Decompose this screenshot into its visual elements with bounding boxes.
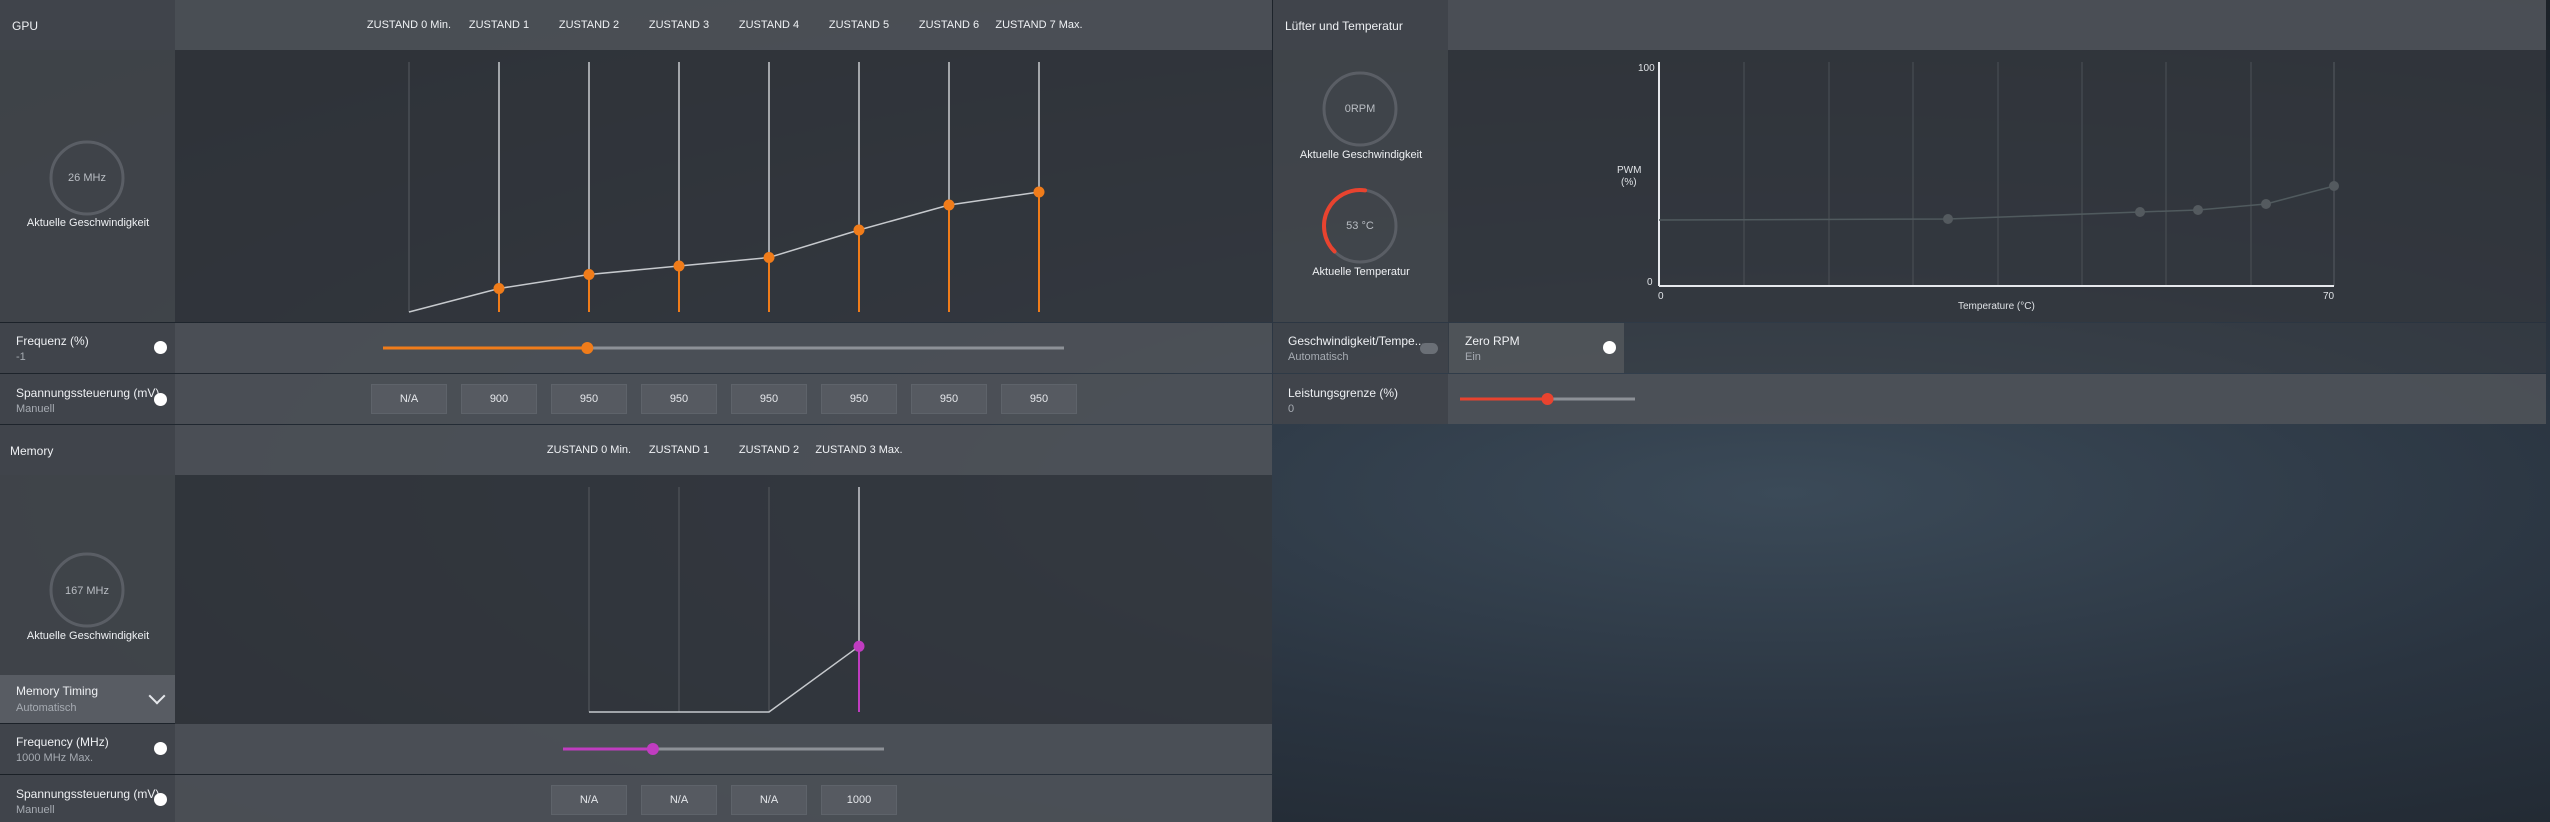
memory-voltage-label: Spannungssteuerung (mV) [16, 787, 160, 801]
fan-curve-point-1[interactable] [2135, 207, 2145, 217]
memory-voltage-input-0[interactable]: N/A [551, 785, 627, 815]
memory-curve-line [589, 645, 860, 713]
zero-rpm-toggle[interactable] [1603, 341, 1616, 354]
fan-gauges [1322, 71, 1398, 264]
fan-chart-ylabel-1: PWM [1617, 165, 1642, 176]
fan-temp-label: Aktuelle Temperatur [1312, 266, 1410, 278]
fan-mode-value: Automatisch [1288, 351, 1349, 363]
zero-rpm-value: Ein [1465, 351, 1481, 363]
fan-title: Lüfter und Temperatur [1285, 19, 1403, 33]
memory-voltage-row [0, 775, 1272, 822]
fan-chart-xmax: 70 [2323, 291, 2335, 302]
memory-voltage-mode: Manuell [16, 804, 55, 816]
fan-curve-point-2[interactable] [2193, 205, 2203, 215]
zero-rpm-label: Zero RPM [1465, 334, 1520, 348]
memory-frequency-thumb[interactable] [646, 743, 659, 755]
fan-mode-toggle[interactable] [1420, 343, 1438, 354]
fan-chart-ymin: 0 [1647, 277, 1653, 288]
fan-chart-xlabel: Temperature (°C) [1958, 301, 2035, 312]
fan-chart-ylabel-2: (%) [1621, 177, 1637, 188]
fan-header [1273, 0, 2546, 50]
memory-frequency-slider[interactable] [0, 724, 1272, 774]
power-limit-value: 0 [1288, 403, 1295, 415]
memory-clock-curve[interactable] [0, 0, 1272, 724]
fan-curve-chart[interactable] [1448, 50, 2546, 322]
memory-voltage-toggle[interactable] [154, 793, 167, 806]
fan-curve-line [1658, 185, 2335, 221]
fan-curve-point-0[interactable] [1943, 214, 1953, 224]
zero-rpm-cell [1449, 323, 1624, 373]
memory-voltage-input-2[interactable]: N/A [731, 785, 807, 815]
fan-chart-xmin: 0 [1658, 291, 1664, 302]
power-limit-label: Leistungsgrenze (%) [1288, 386, 1399, 400]
power-limit-slider[interactable] [1448, 374, 1748, 424]
fan-mode-label: Geschwindigkeit/Tempe... [1288, 334, 1425, 348]
memory-state-point-3[interactable] [853, 640, 865, 652]
memory-voltage-input-3[interactable]: 1000 [821, 785, 897, 815]
memory-voltage-input-1[interactable]: N/A [641, 785, 717, 815]
fan-temp-value: 53 °C [1346, 220, 1374, 232]
fan-curve-point-4[interactable] [2329, 181, 2339, 191]
power-limit-thumb[interactable] [1541, 393, 1554, 405]
fan-chart-ymax: 100 [1638, 63, 1655, 74]
fan-speed-value: 0RPM [1344, 103, 1376, 115]
fan-curve-point-3[interactable] [2261, 199, 2271, 209]
fan-speed-label: Aktuelle Geschwindigkeit [1299, 149, 1423, 161]
